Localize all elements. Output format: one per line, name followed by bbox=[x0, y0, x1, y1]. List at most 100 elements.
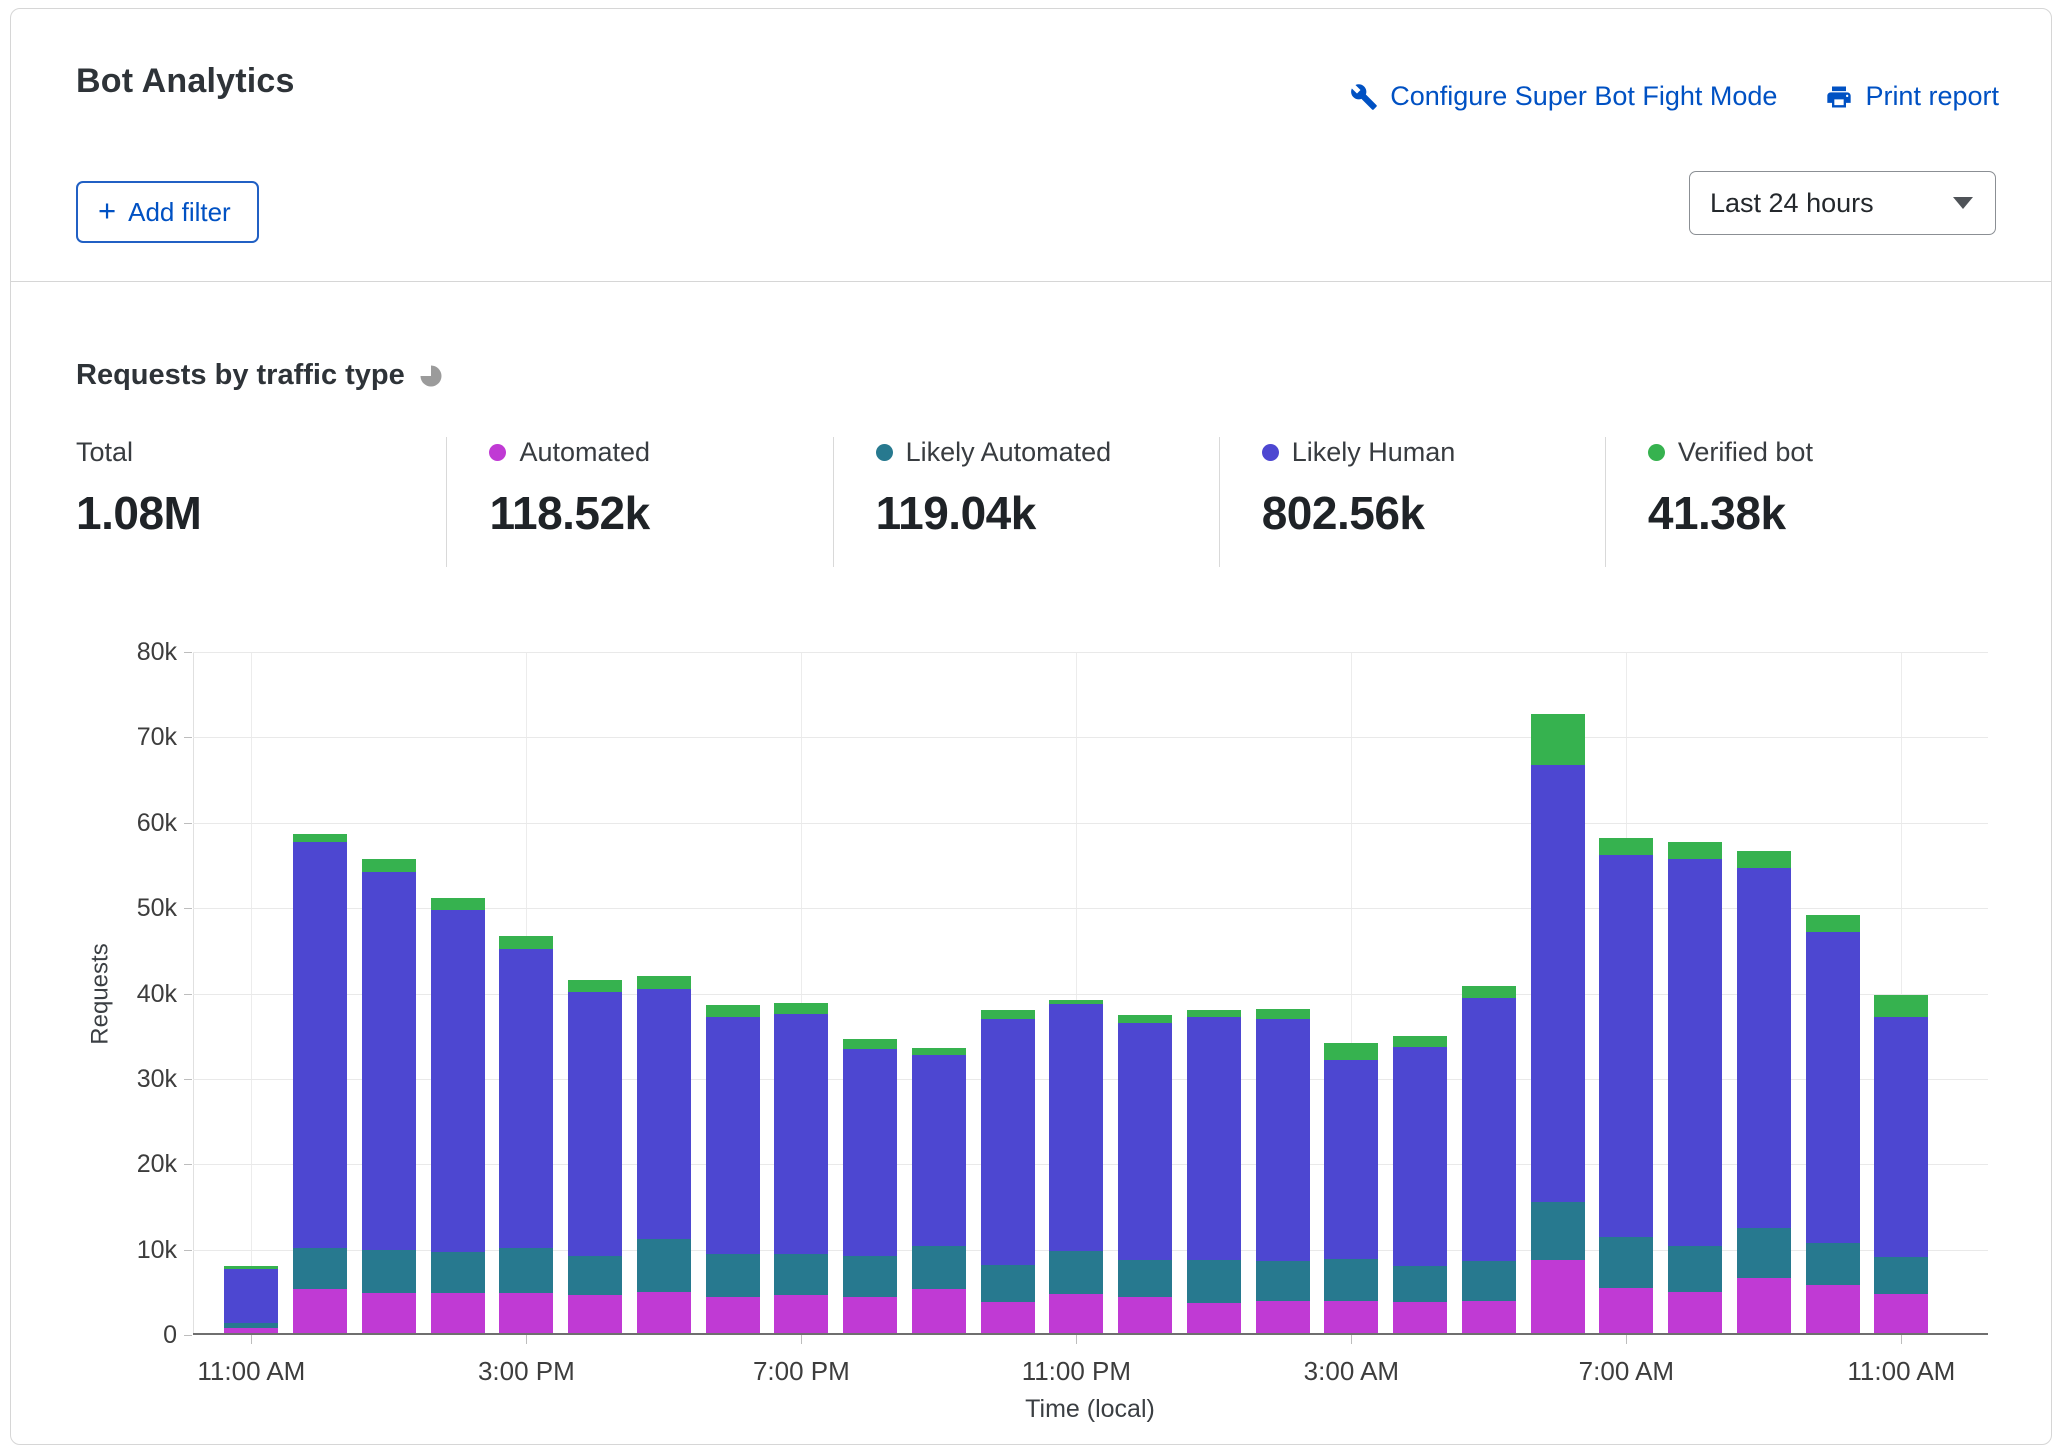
x-tick-label: 3:00 PM bbox=[426, 1356, 626, 1387]
bar-segment-verified-bot bbox=[1874, 995, 1928, 1017]
bar-segment-automated bbox=[1393, 1302, 1447, 1333]
bar-segment-likely-automated bbox=[912, 1246, 966, 1289]
bar-segment-likely-automated bbox=[1049, 1251, 1103, 1294]
x-axis-label: Time (local) bbox=[1025, 1395, 1155, 1424]
bar-segment-likely-automated bbox=[568, 1256, 622, 1294]
bar-segment-likely-automated bbox=[843, 1256, 897, 1297]
bar-segment-likely-human bbox=[637, 989, 691, 1239]
bar-segment-likely-human bbox=[1806, 932, 1860, 1243]
legend-dot bbox=[876, 444, 893, 461]
header-actions: Configure Super Bot Fight Mode Print rep… bbox=[1350, 81, 1999, 112]
bar-segment-likely-automated bbox=[637, 1239, 691, 1292]
stacked-bar-18 bbox=[1462, 986, 1516, 1333]
bar-segment-verified-bot bbox=[293, 834, 347, 843]
y-tick-mark bbox=[184, 1164, 192, 1165]
bar-segment-automated bbox=[1599, 1288, 1653, 1333]
stacked-bar-14 bbox=[1187, 1010, 1241, 1333]
x-tick-label: 11:00 PM bbox=[976, 1356, 1176, 1387]
print-link-label: Print report bbox=[1865, 81, 1999, 112]
bar-segment-verified-bot bbox=[1462, 986, 1516, 998]
stacked-bar-22 bbox=[1737, 851, 1791, 1333]
bar-segment-likely-human bbox=[843, 1049, 897, 1257]
bar-segment-automated bbox=[1049, 1294, 1103, 1333]
bar-segment-verified-bot bbox=[1187, 1010, 1241, 1017]
bar-segment-likely-automated bbox=[1256, 1261, 1310, 1300]
bar-segment-automated bbox=[1324, 1301, 1378, 1333]
stat-label: Likely Human bbox=[1292, 437, 1456, 468]
stacked-bar-10 bbox=[912, 1048, 966, 1333]
bar-segment-verified-bot bbox=[774, 1003, 828, 1014]
stacked-bar-23 bbox=[1806, 915, 1860, 1333]
stat-label-row: Verified bot bbox=[1648, 437, 1991, 468]
bar-segment-likely-human bbox=[1187, 1017, 1241, 1260]
y-tick-mark bbox=[184, 908, 192, 909]
bar-segment-automated bbox=[1737, 1278, 1791, 1333]
bar-segment-likely-automated bbox=[981, 1265, 1035, 1303]
y-tick-label: 40k bbox=[55, 979, 177, 1009]
legend-dot bbox=[1648, 444, 1665, 461]
bar-segment-likely-human bbox=[224, 1269, 278, 1323]
bar-segment-likely-human bbox=[568, 992, 622, 1257]
stacked-bar-20 bbox=[1599, 838, 1653, 1333]
bar-segment-verified-bot bbox=[637, 976, 691, 989]
stat-label: Verified bot bbox=[1678, 437, 1813, 468]
x-tick-mark bbox=[801, 1335, 802, 1344]
bar-segment-verified-bot bbox=[706, 1005, 760, 1017]
stat-value: 119.04k bbox=[876, 486, 1219, 540]
legend-dot bbox=[1262, 444, 1279, 461]
bar-segment-verified-bot bbox=[1737, 851, 1791, 868]
stacked-bar-1 bbox=[293, 834, 347, 1333]
y-tick-label: 10k bbox=[55, 1235, 177, 1265]
stat-label-row: Likely Automated bbox=[876, 437, 1219, 468]
time-range-select[interactable]: Last 24 hours bbox=[1689, 171, 1996, 235]
bar-segment-likely-human bbox=[1324, 1060, 1378, 1259]
bar-segment-automated bbox=[1668, 1292, 1722, 1333]
bar-segment-likely-human bbox=[362, 872, 416, 1250]
x-tick-label: 3:00 AM bbox=[1251, 1356, 1451, 1387]
y-tick-mark bbox=[184, 1079, 192, 1080]
bar-segment-automated bbox=[1187, 1303, 1241, 1333]
y-tick-label: 30k bbox=[55, 1064, 177, 1094]
bar-segment-automated bbox=[568, 1295, 622, 1333]
stat-value: 41.38k bbox=[1648, 486, 1991, 540]
bar-segment-likely-automated bbox=[1737, 1228, 1791, 1278]
bar-segment-likely-automated bbox=[1462, 1261, 1516, 1301]
bar-segment-verified-bot bbox=[1531, 714, 1585, 765]
pie-chart-icon bbox=[419, 364, 443, 388]
bar-segment-likely-human bbox=[1874, 1017, 1928, 1257]
bar-segment-verified-bot bbox=[912, 1048, 966, 1055]
bar-segment-automated bbox=[362, 1293, 416, 1333]
stat-verified-bot[interactable]: Verified bot 41.38k bbox=[1605, 437, 1991, 567]
bar-segment-likely-automated bbox=[774, 1254, 828, 1295]
bar-segment-automated bbox=[499, 1293, 553, 1333]
x-tick-mark bbox=[1901, 1335, 1902, 1344]
print-report-link[interactable]: Print report bbox=[1825, 81, 1999, 112]
x-tick-label: 7:00 AM bbox=[1526, 1356, 1726, 1387]
bar-segment-likely-human bbox=[1737, 868, 1791, 1228]
bar-segment-verified-bot bbox=[1599, 838, 1653, 855]
stacked-bar-6 bbox=[637, 976, 691, 1333]
stat-likely-human[interactable]: Likely Human 802.56k bbox=[1219, 437, 1605, 567]
bar-segment-likely-automated bbox=[1531, 1202, 1585, 1260]
stat-value: 802.56k bbox=[1262, 486, 1605, 540]
add-filter-button[interactable]: + Add filter bbox=[76, 181, 259, 243]
bar-segment-likely-automated bbox=[1806, 1243, 1860, 1286]
bar-segment-likely-human bbox=[912, 1055, 966, 1246]
y-tick-label: 50k bbox=[55, 893, 177, 923]
stat-value: 118.52k bbox=[489, 486, 832, 540]
bar-segment-likely-automated bbox=[499, 1248, 553, 1293]
bar-segment-automated bbox=[1118, 1297, 1172, 1333]
y-tick-label: 60k bbox=[55, 808, 177, 838]
stat-likely-automated[interactable]: Likely Automated 119.04k bbox=[833, 437, 1219, 567]
stacked-bar-3 bbox=[431, 898, 485, 1333]
bar-segment-likely-human bbox=[1118, 1023, 1172, 1260]
bar-segment-verified-bot bbox=[431, 898, 485, 911]
bar-segment-automated bbox=[224, 1328, 278, 1333]
bar-segment-automated bbox=[981, 1302, 1035, 1333]
bar-segment-likely-human bbox=[1393, 1047, 1447, 1266]
bar-segment-likely-automated bbox=[1118, 1260, 1172, 1298]
stacked-bar-11 bbox=[981, 1010, 1035, 1333]
stat-automated[interactable]: Automated118.52k bbox=[446, 437, 832, 567]
configure-super-bot-fight-mode-link[interactable]: Configure Super Bot Fight Mode bbox=[1350, 81, 1777, 112]
bar-segment-verified-bot bbox=[1324, 1043, 1378, 1060]
